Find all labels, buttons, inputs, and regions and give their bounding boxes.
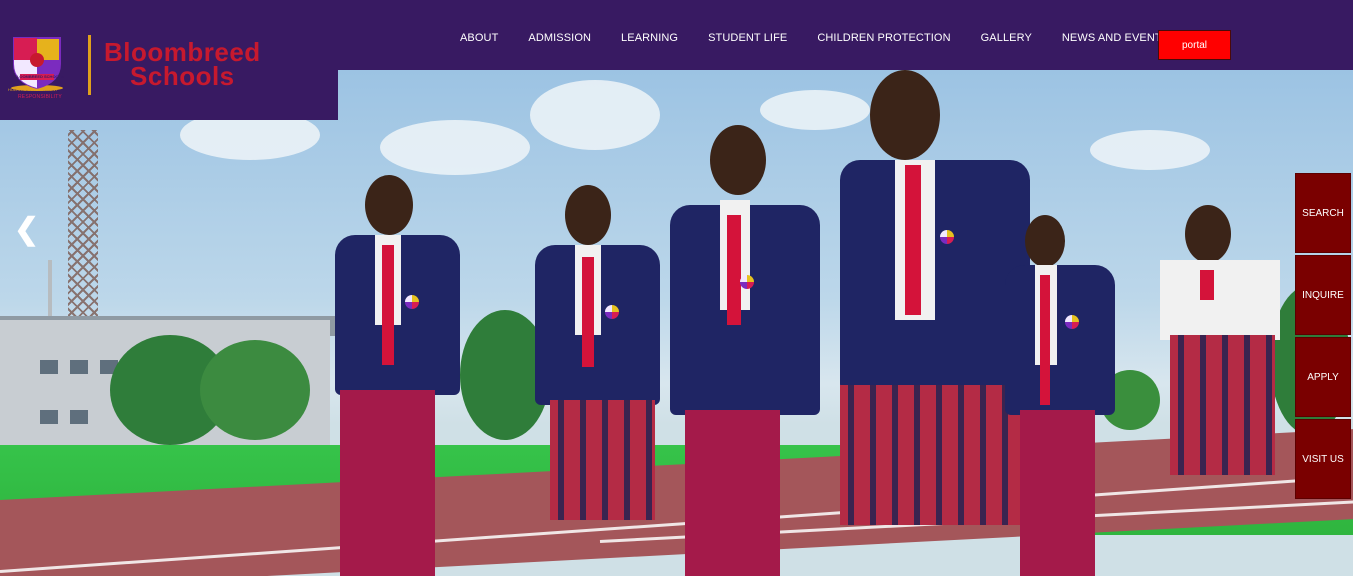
visit-us-button[interactable]: VISIT US	[1295, 419, 1351, 499]
search-button[interactable]: SEARCH	[1295, 173, 1351, 253]
crest-school-text: BLOOMBREED SCHOOLS	[14, 74, 64, 79]
crest-tagline: HOLISTIC DEVELOPMENT	[8, 87, 58, 92]
nav-item-children-protection[interactable]: CHILDREN PROTECTION	[817, 30, 950, 46]
nav-item-admission[interactable]: ADMISSION	[528, 30, 591, 46]
main-nav: ABOUT ADMISSION LEARNING STUDENT LIFE CH…	[460, 30, 1199, 46]
nav-item-news-and-events[interactable]: NEWS AND EVENTS	[1062, 30, 1169, 46]
inquire-button[interactable]: INQUIRE	[1295, 255, 1351, 335]
nav-item-gallery[interactable]: GALLERY	[981, 30, 1032, 46]
crest-motto: RESPONSIBILITY	[18, 94, 62, 100]
portal-button[interactable]: portal	[1158, 30, 1231, 60]
side-actions: SEARCH INQUIRE APPLY VISIT US	[1295, 173, 1351, 501]
apply-button[interactable]: APPLY	[1295, 337, 1351, 417]
hero-image	[0, 70, 1353, 576]
brand-name: Bloombreed Schools	[104, 39, 261, 91]
nav-item-student-life[interactable]: STUDENT LIFE	[708, 30, 787, 46]
school-crest-icon	[11, 37, 63, 91]
nav-item-about[interactable]: ABOUT	[460, 30, 498, 46]
logo-divider	[88, 35, 91, 95]
logo[interactable]: RESPONSIBILITY BLOOMBREED SCHOOLS HOLIST…	[0, 0, 338, 120]
brand-name-line2: Schools	[130, 61, 235, 91]
chevron-left-icon[interactable]: ❮	[14, 212, 39, 247]
nav-item-learning[interactable]: LEARNING	[621, 30, 678, 46]
